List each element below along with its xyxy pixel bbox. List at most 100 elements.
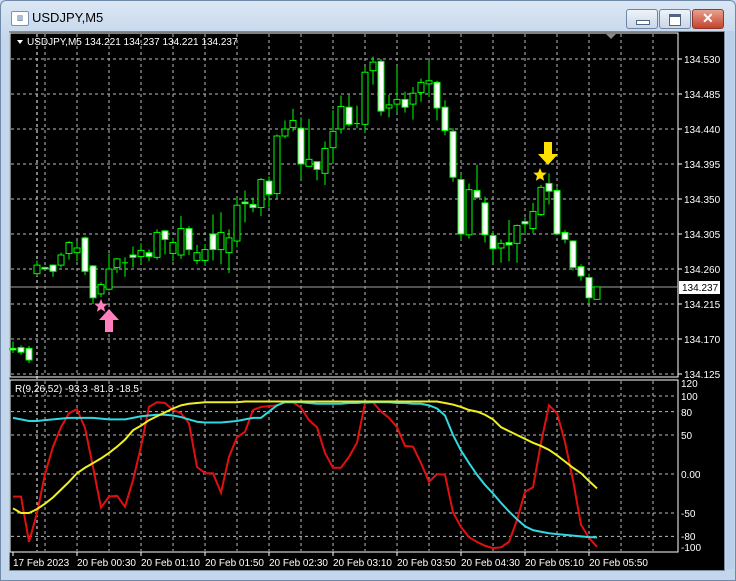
candle: [545, 173, 553, 205]
candle: [569, 240, 577, 271]
pink-star-icon: [94, 299, 108, 312]
candle-body: [145, 252, 153, 258]
candle-body: [329, 130, 337, 149]
candle-body: [289, 119, 297, 128]
candle-body: [369, 61, 377, 72]
candle: [257, 178, 265, 217]
candle: [369, 56, 377, 85]
candle: [393, 66, 401, 113]
yellow-star-icon: [533, 168, 547, 181]
candle-body: [153, 231, 161, 258]
candle: [537, 185, 545, 217]
candle: [297, 117, 305, 180]
time-tick-label: 20 Feb 00:30: [77, 558, 136, 569]
candle: [505, 220, 513, 262]
candle: [185, 226, 193, 256]
candle-body: [169, 242, 177, 254]
indicator-tick-label: 100: [681, 392, 698, 403]
time-tick-label: 20 Feb 02:30: [269, 558, 328, 569]
candle-body: [57, 254, 65, 266]
candle: [289, 108, 297, 132]
candle-body: [41, 266, 49, 270]
candle: [225, 229, 233, 273]
candle-body: [297, 127, 305, 165]
indicator-tick-label: 0.00: [681, 470, 701, 481]
candle-body: [161, 230, 169, 240]
price-tick-label: 134.395: [684, 160, 721, 171]
price-tick-label: 134.485: [684, 90, 721, 101]
candle-body: [281, 128, 289, 137]
indicator-line-mid: [12, 401, 598, 539]
candle-body: [233, 204, 241, 242]
indicator-panel-border: [9, 379, 679, 553]
candle: [193, 244, 201, 265]
candle: [113, 258, 121, 273]
candle-body: [513, 224, 521, 244]
candle-body: [377, 60, 385, 112]
candle: [161, 230, 169, 255]
candle-body: [209, 233, 217, 251]
candle-body: [65, 242, 73, 254]
candle-body: [25, 347, 33, 361]
candle: [521, 217, 529, 235]
candle: [409, 87, 417, 120]
candle: [9, 341, 17, 354]
candle: [553, 187, 561, 235]
candle-body: [81, 237, 89, 272]
time-tick-label: 20 Feb 04:30: [461, 558, 520, 569]
candle-body: [201, 249, 209, 261]
candle: [281, 120, 289, 139]
candle-body: [497, 242, 505, 249]
price-tick-label: 134.215: [684, 300, 721, 311]
indicator-tick-label: -100: [681, 543, 701, 554]
chart-canvas[interactable]: 134.530 134.485 134.440 134.395 134.350 134.3…: [0, 0, 736, 581]
collapse-triangle-icon[interactable]: [17, 40, 23, 44]
candle-body: [593, 286, 601, 300]
candle-body: [33, 264, 41, 275]
candle: [49, 264, 57, 277]
candle: [97, 282, 105, 298]
candle-body: [97, 284, 105, 295]
candle: [273, 134, 281, 199]
candle-body: [401, 98, 409, 108]
candle: [577, 264, 585, 281]
candle-body: [449, 130, 457, 178]
candle: [489, 230, 497, 263]
candle-body: [537, 186, 545, 216]
candle: [305, 118, 313, 167]
candle-body: [585, 277, 593, 299]
candle: [337, 95, 345, 134]
candles: [9, 56, 601, 364]
candle-body: [569, 240, 577, 268]
price-tick-label: 134.350: [684, 195, 721, 206]
time-axis: 17 Feb 2023 20 Feb 00:30 20 Feb 01:10 20 Fe…: [12, 552, 648, 569]
candle-body: [129, 254, 137, 258]
candle: [25, 346, 33, 364]
price-tick-label: 134.530: [684, 55, 721, 66]
candle-body: [241, 201, 249, 205]
candle: [105, 253, 113, 291]
candle: [209, 214, 217, 261]
candle-body: [273, 135, 281, 195]
chart-shift-marker-icon[interactable]: [606, 34, 616, 39]
current-price-label: 134.237: [682, 283, 719, 294]
candle-body: [409, 92, 417, 105]
candle-body: [265, 180, 273, 195]
candle-body: [73, 247, 81, 254]
candle: [473, 164, 481, 200]
candle: [321, 141, 329, 186]
price-tick-label: 134.305: [684, 230, 721, 241]
price-axis: 134.530 134.485 134.440 134.395 134.350 134.3…: [678, 55, 721, 381]
candle-body: [521, 221, 529, 225]
candle: [585, 273, 593, 304]
candle: [73, 241, 81, 262]
candle-body: [17, 347, 25, 353]
candle-body: [193, 252, 201, 261]
candle-body: [249, 203, 257, 209]
candle-body: [345, 106, 353, 125]
candle: [89, 265, 97, 305]
time-tick-label: 20 Feb 01:10: [141, 558, 200, 569]
time-tick-label: 20 Feb 01:50: [205, 558, 264, 569]
candle: [153, 229, 161, 260]
candle-body: [481, 202, 489, 236]
